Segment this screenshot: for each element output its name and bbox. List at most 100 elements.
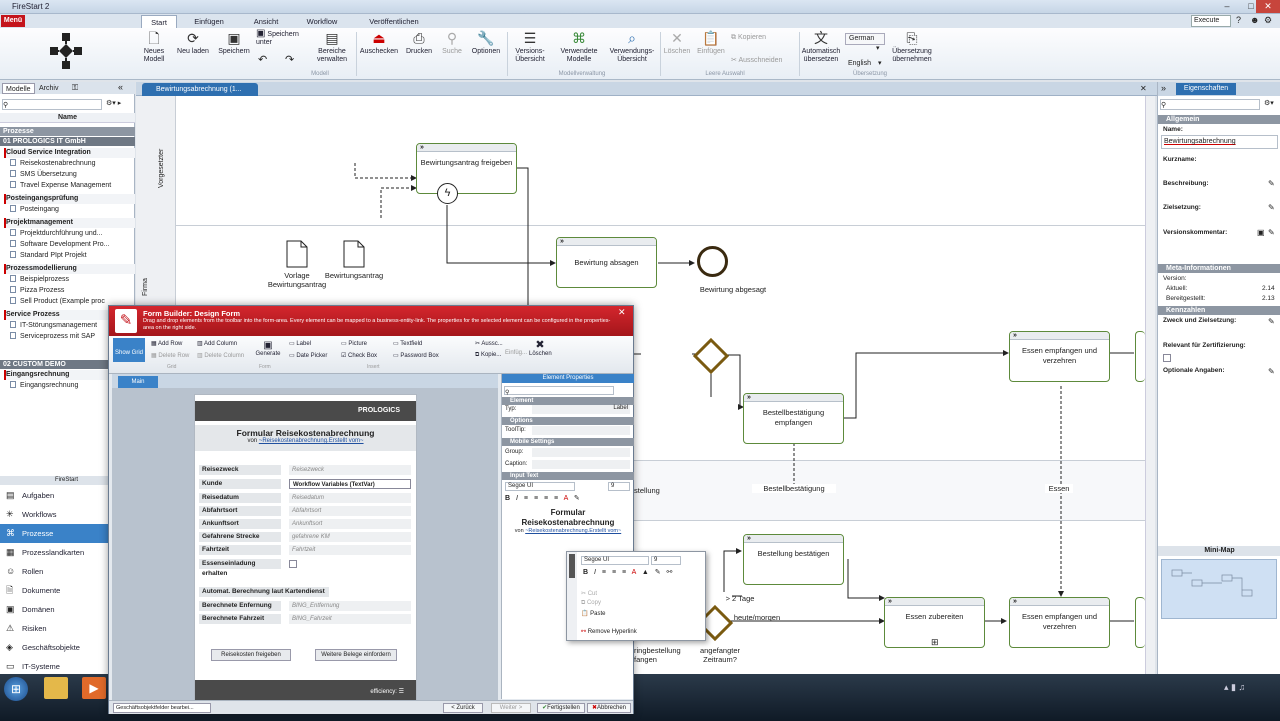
filter-icon[interactable]: ⚙▾ ▸ <box>106 99 121 107</box>
text-preview[interactable]: Formular Reisekostenabrechnung von ~Reis… <box>505 508 631 534</box>
delete-button[interactable]: ✖ Löschen <box>529 338 552 357</box>
help-icon[interactable]: ? <box>1236 15 1241 25</box>
task-partial[interactable] <box>1135 331 1145 382</box>
section-processes[interactable]: Prozesse <box>0 127 135 136</box>
tree-group[interactable]: Posteingangsprüfung <box>4 194 135 204</box>
business-fields-button[interactable]: Geschäftsobjektfelder bearbei... <box>113 703 211 713</box>
end-event[interactable] <box>697 246 728 277</box>
manage-areas-button[interactable]: ▤ Bereiche verwalten <box>312 30 352 64</box>
undo-icon[interactable]: ↶ <box>258 53 267 66</box>
save-button[interactable]: ▣ Speichern <box>215 30 253 56</box>
delete-column-button[interactable]: ▥ Delete Column <box>197 352 244 359</box>
caption-field[interactable] <box>532 460 630 469</box>
search-button[interactable]: ⚲ Suche <box>437 30 467 56</box>
search-input[interactable]: ⚲ <box>2 99 102 110</box>
tree-item[interactable]: Travel Expense Management <box>4 180 135 191</box>
add-row-button[interactable]: ▦ Add Row <box>151 340 182 347</box>
copy-button[interactable]: ⧉ Kopie... <box>475 352 501 359</box>
insert-checkbox-button[interactable]: ☑ Check Box <box>341 352 377 359</box>
tab-workflow[interactable]: Workflow <box>300 15 344 28</box>
properties-search-input[interactable]: ⚲ <box>1160 99 1260 110</box>
version-overview-button[interactable]: ☰ Versions- Übersicht <box>510 30 550 64</box>
task-essen-empfangen[interactable]: » Essen empfangen und verzehren <box>1009 331 1110 382</box>
lock-icon[interactable]: ⚿ <box>72 83 78 93</box>
font-size-select[interactable]: 9 <box>608 482 630 491</box>
tab-veroeffentlichen[interactable]: Veröffentlichen <box>364 15 424 28</box>
section-mobile[interactable]: Mobile Settings <box>502 438 634 446</box>
insert-label-button[interactable]: ▭ Label <box>289 340 311 347</box>
context-remove-hyperlink[interactable]: ⚯ Remove Hyperlink <box>581 628 637 635</box>
user-icon[interactable]: ☻ <box>1250 15 1259 25</box>
document-icon[interactable] <box>286 240 308 268</box>
add-column-button[interactable]: ▥ Add Column <box>197 340 237 347</box>
tab-eigenschaften[interactable]: Eigenschaften <box>1176 83 1236 95</box>
tree-item[interactable]: Projektdurchführung und... <box>4 228 135 239</box>
collapse-icon[interactable]: « <box>118 82 123 92</box>
context-copy[interactable]: ⧉ Copy <box>581 600 601 607</box>
usage-overview-button[interactable]: ⌕ Verwendungs- Übersicht <box>606 30 658 64</box>
task-bestellung-bestaetigen[interactable]: » Bestellung bestätigen <box>743 534 844 585</box>
document-tab[interactable]: Bewirtungsabrechnung (1... <box>142 83 258 96</box>
generate-button[interactable]: ▣ Generate <box>254 340 282 357</box>
paste-button[interactable]: 📋 Einfügen <box>694 30 728 56</box>
tree-group[interactable]: Cloud Service Integration <box>4 148 135 158</box>
column-header-name[interactable]: Name <box>0 113 135 123</box>
next-button[interactable]: Weiter > <box>491 703 531 713</box>
context-format-toolbar[interactable]: B I ≡ ≡ ≡ A ▲ ✎ ⚯ <box>583 568 674 576</box>
execute-dropdown[interactable]: Execute <box>1191 15 1231 27</box>
tree-item[interactable]: SMS Übersetzung <box>4 169 135 180</box>
tab-start[interactable]: Start <box>141 15 177 28</box>
tab-ansicht[interactable]: Ansicht <box>246 15 286 28</box>
insert-picture-button[interactable]: ▭ Picture <box>341 340 367 347</box>
properties-search[interactable]: ⚲ <box>504 386 614 396</box>
tree-item[interactable]: Beispielprozess <box>4 274 135 285</box>
weitere-belege-button[interactable]: Weitere Belege einfordern <box>315 649 397 661</box>
tooltip-field[interactable] <box>532 426 630 435</box>
font-family-select[interactable]: Segoe UI <box>505 482 575 491</box>
error-event-icon[interactable]: ϟ <box>437 183 458 204</box>
tab-archiv[interactable]: Archiv <box>36 83 61 94</box>
section-company[interactable]: 01 PROLOGICS IT GmbH <box>0 137 135 146</box>
copy-button[interactable]: ⧉ Kopieren <box>731 34 781 42</box>
task-essen-empfangen-2[interactable]: » Essen empfangen und verzehren <box>1009 597 1110 648</box>
section-element[interactable]: Element <box>502 397 634 405</box>
tab-main[interactable]: Main <box>118 376 158 388</box>
essenseinladung-checkbox[interactable] <box>289 560 297 568</box>
menu-button[interactable]: Menü <box>1 15 25 27</box>
context-size-select[interactable]: 9 <box>651 556 681 565</box>
explorer-icon[interactable] <box>44 677 68 699</box>
form-canvas[interactable]: PROLOGICS Formular Reisekostenabrechnung… <box>194 394 417 702</box>
new-model-button[interactable]: 🗋 Neues Modell <box>138 30 170 64</box>
cut-button[interactable]: ✂ Ausschneiden <box>731 57 797 65</box>
tree-item[interactable]: Posteingang <box>4 204 135 215</box>
apply-translation-button[interactable]: ⎘ Übersetzung übernehmen <box>888 30 936 64</box>
reload-button[interactable]: ⟳ Neu laden <box>174 30 212 56</box>
filter-icon[interactable]: ⚙▾ <box>1264 99 1274 107</box>
insert-password-button[interactable]: ▭ Password Box <box>393 352 439 359</box>
insert-textfield-button[interactable]: ▭ Textfield <box>393 340 422 347</box>
tree-item[interactable]: Reisekostenabrechnung <box>4 158 135 169</box>
expand-icon[interactable]: » <box>1161 83 1166 93</box>
delete-row-button[interactable]: ▦ Delete Row <box>151 352 189 359</box>
task-partial[interactable] <box>1135 597 1145 648</box>
tab-einfuegen[interactable]: Einfügen <box>187 15 231 28</box>
form-title-block[interactable]: Formular Reisekostenabrechnung von ~Reis… <box>195 425 416 451</box>
section-allgemein[interactable]: Allgemein <box>1158 115 1280 124</box>
media-player-icon[interactable]: ▶ <box>82 677 106 699</box>
subprocess-plus-icon[interactable]: ⊞ <box>931 637 939 648</box>
show-grid-button[interactable]: Show Grid <box>113 338 145 362</box>
section-input-text[interactable]: Input Text <box>502 472 634 480</box>
context-font-select[interactable]: Segoe UI <box>581 556 649 565</box>
back-button[interactable]: < Zurück <box>443 703 483 713</box>
section-meta[interactable]: Meta-Informationen <box>1158 264 1280 273</box>
name-field[interactable]: Bewirtungsabrechnung <box>1161 135 1278 149</box>
task-bestellbestaetigung-empfangen[interactable]: » Bestellbestätigung empfangen <box>743 393 844 444</box>
cut-button[interactable]: ✂ Aussc... <box>475 340 503 347</box>
options-button[interactable]: 🔧 Optionen <box>468 30 504 56</box>
finish-button[interactable]: ✔Fertigstellen <box>537 703 585 713</box>
task-bewirtungsantrag-freigeben[interactable]: » Bewirtungsantrag freigeben <box>416 143 517 194</box>
close-button[interactable]: ✕ <box>1256 0 1280 13</box>
context-cut[interactable]: ✂ Cut <box>581 590 597 597</box>
insert-datepicker-button[interactable]: ▭ Date Picker <box>289 352 327 359</box>
edit-pencil-icon[interactable]: ✎ <box>1268 367 1275 376</box>
